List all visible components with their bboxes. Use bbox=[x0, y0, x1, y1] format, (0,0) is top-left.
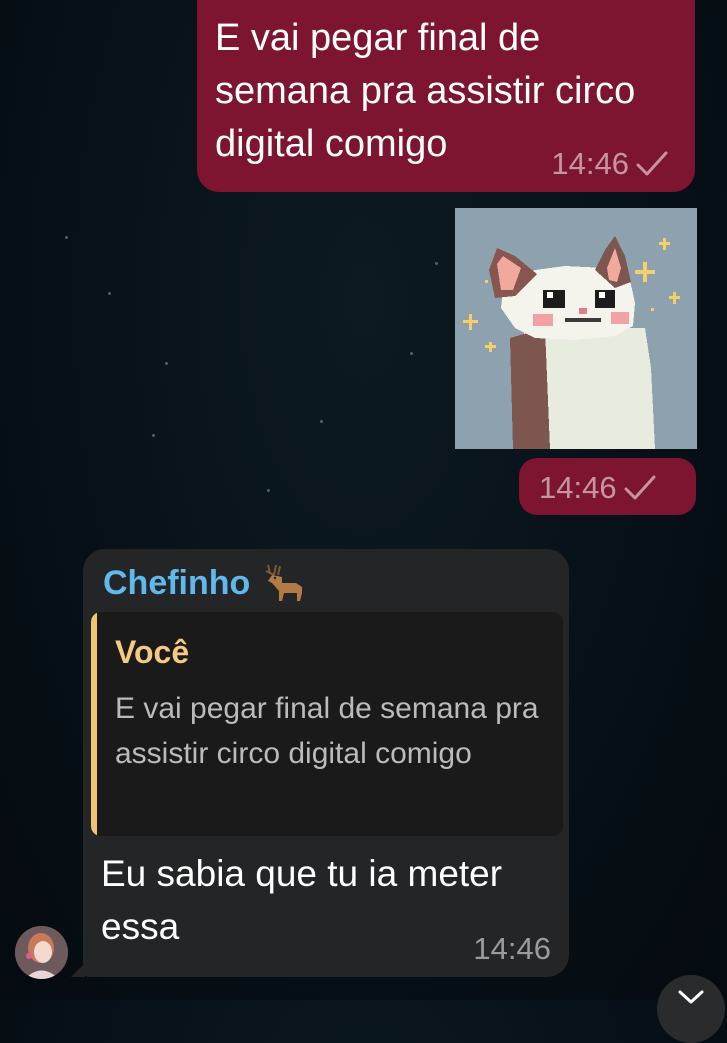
reply-accent-bar bbox=[91, 612, 97, 836]
chevron-down-icon bbox=[678, 990, 704, 1004]
reply-quote[interactable]: Você E vai pegar final de semana pra ass… bbox=[91, 612, 563, 836]
message-meta: 14:46 bbox=[551, 146, 669, 182]
incoming-message-bubble[interactable]: Chefinho Você E vai pegar final de seman… bbox=[71, 549, 569, 977]
message-time: 14:46 bbox=[551, 146, 629, 181]
single-check-icon bbox=[636, 151, 668, 176]
user-avatar bbox=[15, 926, 68, 979]
sender-name[interactable]: Chefinho bbox=[103, 564, 250, 603]
sender-row[interactable]: Chefinho bbox=[103, 563, 306, 603]
message-time: 14:46 bbox=[539, 470, 617, 505]
scroll-down-button[interactable] bbox=[657, 975, 725, 1043]
message-time: 14:46 bbox=[473, 931, 551, 966]
bubble-tail bbox=[71, 963, 85, 977]
cat-sticker[interactable] bbox=[455, 208, 697, 449]
single-check-icon bbox=[624, 475, 656, 500]
deer-emoji-icon bbox=[265, 564, 303, 601]
message-meta: 14:46 bbox=[539, 470, 657, 506]
sticker-time-badge: 14:46 bbox=[519, 458, 696, 515]
message-meta: 14:46 bbox=[473, 931, 551, 967]
pixel-art-cat-sticker bbox=[455, 208, 697, 449]
reply-author: Você bbox=[115, 634, 190, 670]
sender-avatar[interactable] bbox=[15, 926, 68, 979]
reply-text: E vai pegar final de semana pra assistir… bbox=[115, 692, 539, 770]
outgoing-message-bubble[interactable]: E vai pegar final de semana pra assistir… bbox=[197, 0, 695, 192]
